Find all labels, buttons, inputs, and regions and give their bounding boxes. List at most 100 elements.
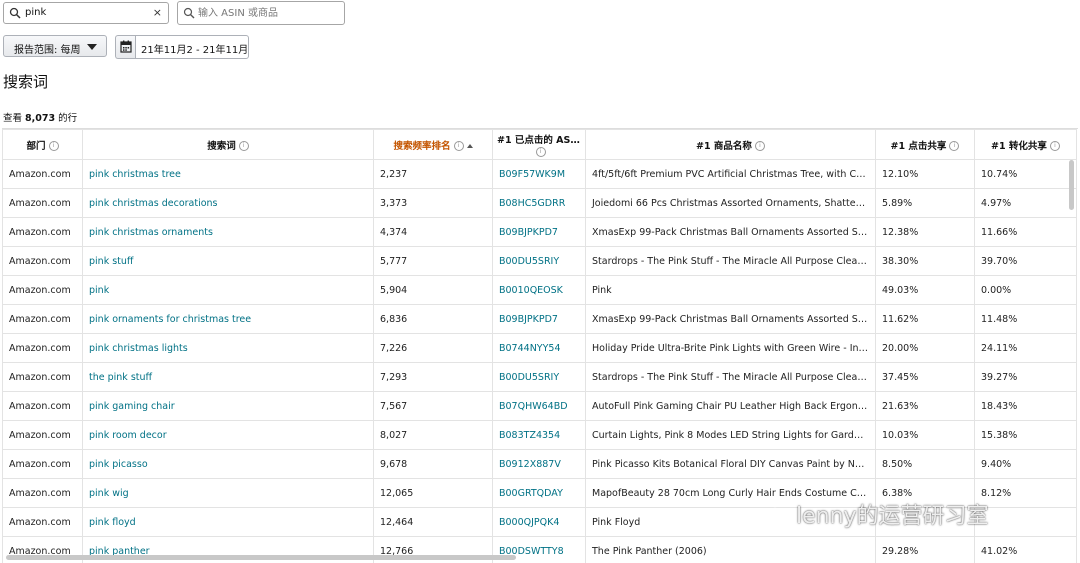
asin-link[interactable]: B00DU5SRIY: [493, 247, 586, 276]
calendar-button[interactable]: [115, 35, 135, 59]
conversion-share-cell: 10.74%: [975, 160, 1077, 189]
search-term-link[interactable]: pink christmas ornaments: [83, 218, 374, 247]
sort-ascending-icon[interactable]: [467, 144, 473, 148]
search-frequency-rank-cell: 7,226: [374, 334, 493, 363]
department-cell: Amazon.com: [3, 218, 83, 247]
asin-link[interactable]: B0912X887V: [493, 450, 586, 479]
product-title-cell: Joiedomi 66 Pcs Christmas Assorted Ornam…: [586, 189, 876, 218]
conversion-share-cell: 18.43%: [975, 392, 1077, 421]
search-frequency-rank-cell: 8,027: [374, 421, 493, 450]
asin-link[interactable]: B083TZ4354: [493, 421, 586, 450]
click-share-cell: 5.89%: [876, 189, 975, 218]
keyword-search-input[interactable]: pink ×: [3, 2, 169, 24]
header-top-click-share[interactable]: #1 点击共享i: [876, 130, 975, 160]
click-share-cell: 37.45%: [876, 363, 975, 392]
header-search-frequency-rank[interactable]: 搜索频率排名i: [374, 130, 493, 160]
asin-link[interactable]: B09BJPKPD7: [493, 218, 586, 247]
click-share-cell: 49.03%: [876, 276, 975, 305]
search-term-link[interactable]: pink stuff: [83, 247, 374, 276]
department-cell: Amazon.com: [3, 160, 83, 189]
department-cell: Amazon.com: [3, 508, 83, 537]
info-icon[interactable]: i: [49, 141, 59, 151]
result-count-number: 8,073: [25, 113, 55, 124]
asin-link[interactable]: B09F57WK9M: [493, 160, 586, 189]
conversion-share-cell: 8.12%: [975, 479, 1077, 508]
search-value[interactable]: pink: [25, 7, 46, 18]
search-term-link[interactable]: pink christmas tree: [83, 160, 374, 189]
search-frequency-rank-cell: 3,373: [374, 189, 493, 218]
click-share-cell: 12.10%: [876, 160, 975, 189]
product-title-cell: Stardrops - The Pink Stuff - The Miracle…: [586, 247, 876, 276]
conversion-share-cell: 4.97%: [975, 189, 1077, 218]
table-row: Amazon.compink gaming chair7,567B07QHW64…: [3, 392, 1077, 421]
search-term-link[interactable]: pink ornaments for christmas tree: [83, 305, 374, 334]
product-title-cell: Pink Picasso Kits Botanical Floral DIY C…: [586, 450, 876, 479]
product-title-cell: 4ft/5ft/6ft Premium PVC Artificial Chris…: [586, 160, 876, 189]
department-cell: Amazon.com: [3, 189, 83, 218]
search-term-link[interactable]: pink gaming chair: [83, 392, 374, 421]
asin-link[interactable]: B0744NYY54: [493, 334, 586, 363]
asin-link[interactable]: B0010QEOSK: [493, 276, 586, 305]
horizontal-scrollbar[interactable]: [6, 555, 516, 560]
search-term-link[interactable]: pink christmas decorations: [83, 189, 374, 218]
header-label: #1 已点击的 ASIN: [497, 135, 582, 146]
table-row: Amazon.compink5,904B0010QEOSKPink49.03%0…: [3, 276, 1077, 305]
conversion-share-cell: 0.00%: [975, 276, 1077, 305]
wechat-icon: [766, 507, 790, 527]
conversion-share-cell: 9.40%: [975, 450, 1077, 479]
table-row: Amazon.compink stuff5,777B00DU5SRIYStard…: [3, 247, 1077, 276]
table-row: Amazon.compink ornaments for christmas t…: [3, 305, 1077, 334]
search-term-link[interactable]: pink room decor: [83, 421, 374, 450]
asin-link[interactable]: B000QJPQK4: [493, 508, 586, 537]
asin-link[interactable]: B08HC5GDRR: [493, 189, 586, 218]
search-term-link[interactable]: pink floyd: [83, 508, 374, 537]
info-icon[interactable]: i: [239, 141, 249, 151]
department-cell: Amazon.com: [3, 450, 83, 479]
clear-icon[interactable]: ×: [153, 6, 162, 19]
search-frequency-rank-cell: 4,374: [374, 218, 493, 247]
department-cell: Amazon.com: [3, 363, 83, 392]
asin-search-field[interactable]: [177, 1, 345, 25]
click-share-cell: 38.30%: [876, 247, 975, 276]
search-term-link[interactable]: pink christmas lights: [83, 334, 374, 363]
asin-search-input[interactable]: [198, 5, 338, 21]
asin-link[interactable]: B07QHW64BD: [493, 392, 586, 421]
search-term-link[interactable]: pink wig: [83, 479, 374, 508]
table-row: Amazon.comthe pink stuff7,293B00DU5SRIYS…: [3, 363, 1077, 392]
click-share-cell: 12.38%: [876, 218, 975, 247]
search-term-link[interactable]: pink picasso: [83, 450, 374, 479]
department-cell: Amazon.com: [3, 305, 83, 334]
conversion-share-cell: 15.38%: [975, 421, 1077, 450]
table-row: Amazon.compink christmas ornaments4,374B…: [3, 218, 1077, 247]
asin-link[interactable]: B09BJPKPD7: [493, 305, 586, 334]
header-department[interactable]: 部门i: [3, 130, 83, 160]
date-range-field[interactable]: 21年11月2 - 21年11月2: [135, 35, 249, 59]
info-icon[interactable]: i: [755, 141, 765, 151]
product-title-cell: Holiday Pride Ultra-Brite Pink Lights wi…: [586, 334, 876, 363]
table-header-row: 部门i搜索词i搜索频率排名i#1 已点击的 ASINi#1 商品名称i#1 点击…: [3, 130, 1077, 160]
header-top-product-title[interactable]: #1 商品名称i: [586, 130, 876, 160]
info-icon[interactable]: i: [1050, 141, 1060, 151]
conversion-share-cell: 11.48%: [975, 305, 1077, 334]
report-range-dropdown[interactable]: 报告范围: 每周: [3, 35, 107, 57]
header-top-conversion-share[interactable]: #1 转化共享i: [975, 130, 1077, 160]
asin-link[interactable]: B00DU5SRIY: [493, 363, 586, 392]
search-term-link[interactable]: pink: [83, 276, 374, 305]
info-icon[interactable]: i: [454, 141, 464, 151]
search-term-link[interactable]: the pink stuff: [83, 363, 374, 392]
caret-down-icon: [87, 44, 97, 50]
asin-link[interactable]: B00GRTQDAY: [493, 479, 586, 508]
product-title-cell: XmasExp 99-Pack Christmas Ball Ornaments…: [586, 305, 876, 334]
department-cell: Amazon.com: [3, 276, 83, 305]
search-frequency-rank-cell: 5,777: [374, 247, 493, 276]
click-share-cell: 20.00%: [876, 334, 975, 363]
search-icon: [183, 7, 195, 19]
header-top-clicked-asin[interactable]: #1 已点击的 ASINi: [493, 130, 586, 160]
vertical-scrollbar[interactable]: [1069, 160, 1074, 210]
product-title-cell: XmasExp 99-Pack Christmas Ball Ornaments…: [586, 218, 876, 247]
info-icon[interactable]: i: [949, 141, 959, 151]
click-share-cell: 29.28%: [876, 537, 975, 563]
info-icon[interactable]: i: [536, 147, 546, 157]
result-count-suffix: 的行: [55, 113, 77, 124]
header-search-term[interactable]: 搜索词i: [83, 130, 374, 160]
